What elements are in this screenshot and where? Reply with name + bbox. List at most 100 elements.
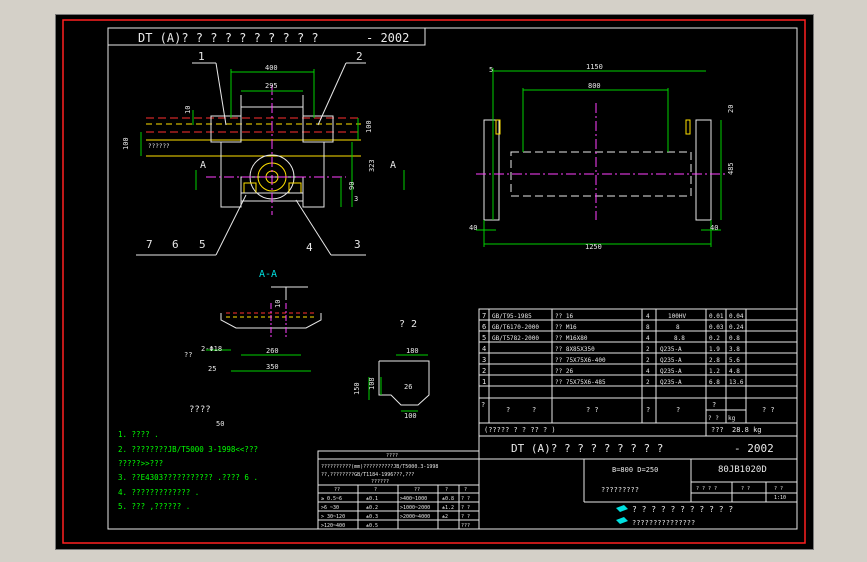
dim-3: 3 <box>354 195 358 203</box>
tol-r1-c1: ±0.2 <box>366 505 378 511</box>
callout-2: 2 <box>356 50 363 63</box>
bom-head-h: ? ? <box>708 415 719 422</box>
bom-r7-w2: 0.04 <box>729 313 744 320</box>
bom-r3-w2: 5.6 <box>729 357 740 364</box>
bom-r7-no: 7 <box>482 312 486 320</box>
tol-r0-c4: ? ? <box>461 496 470 502</box>
tol-line-1: ??????????(mm)??????????JB/T5000.3-1998 <box>321 464 438 470</box>
tol-head-3: ? <box>445 487 448 493</box>
bom-r2-mat: Q235-A <box>660 368 682 375</box>
bom-r3-w1: 2.8 <box>709 357 720 364</box>
aa-dim-350: 350 <box>266 363 279 371</box>
tb-company-2: ??????????????? <box>632 519 695 527</box>
technical-notes: ???? 50 1. ???? . 2. ????????JB/T5000 3-… <box>118 405 258 511</box>
dim-5: 5 <box>489 66 493 74</box>
bom-r2-name: ?? 26 <box>555 368 573 375</box>
tol-r0-c1: ±0.1 <box>366 496 378 502</box>
bom-r7-qty: 4 <box>646 313 650 320</box>
aa-dim-260: 260 <box>266 347 279 355</box>
aa-hole: 2-Φ18 <box>201 345 222 353</box>
bom-r4-mat: Q235-A <box>660 346 682 353</box>
tol-r2-c4: ? ? <box>461 514 470 520</box>
bom-r6-code: GB/T6170-2000 <box>492 324 539 331</box>
bom-r3-no: 3 <box>482 356 486 364</box>
tol-head-0: ?? <box>334 487 340 493</box>
tol-head-4: ? <box>464 487 467 493</box>
section-a-left: A <box>200 160 206 171</box>
callout-6: 6 <box>172 238 179 251</box>
tol-r1-c0: >6 ~30 <box>321 505 339 511</box>
bom-head-e: ? <box>646 406 650 414</box>
tb-r3: ? ? <box>774 486 783 492</box>
front-view: 400 295 10 100 100 323 90 3 ?????? A A 1… <box>122 50 405 256</box>
bom-r5-code: GB/T5782-2000 <box>492 335 539 342</box>
dim-1150: 1150 <box>586 63 603 71</box>
bom-r2-qty: 4 <box>646 368 650 375</box>
bom-r1-no: 1 <box>482 378 486 386</box>
dim-323: 323 <box>368 159 376 172</box>
note-3: 3. ??E4303??????????? .???? 6 . <box>118 473 258 482</box>
tol-r2-c2: >2000~4000 <box>400 514 430 520</box>
tb-year: - 2002 <box>734 442 774 455</box>
bom-r1-qty: 2 <box>646 379 650 386</box>
bom-r4-no: 4 <box>482 345 486 353</box>
detail2-dim-108: 108 <box>368 377 376 390</box>
detail2-dim-26: 26 <box>404 383 412 391</box>
bom-head-d: ? ? <box>586 406 599 414</box>
bom-r7-name: ?? 16 <box>555 313 573 320</box>
tol-r2-c1: ±0.3 <box>366 514 378 520</box>
drawing-sheet: DT (A)? ? ? ? ? ? ? ? ? ? - 2002 400 295… <box>55 14 814 550</box>
aa-dim-25: 25 <box>208 365 216 373</box>
callout-5: 5 <box>199 238 206 251</box>
bom-total-label: ??? <box>711 426 724 434</box>
aa-note: ?? <box>184 351 192 359</box>
dim-40-right: 40 <box>710 224 718 232</box>
dim-10: 10 <box>184 106 192 114</box>
detail2-label: ? 2 <box>399 319 417 330</box>
bom-r5-w2: 0.8 <box>729 335 740 342</box>
notes-scale: 50 <box>216 420 224 428</box>
aa-dim-10: 10 <box>274 300 282 308</box>
bom-r6-w2: 0.24 <box>729 324 744 331</box>
dim-485: 485 <box>727 162 735 175</box>
tol-r0-c3: ±0.8 <box>442 496 454 502</box>
bom-r6-mat: 8 <box>676 324 680 331</box>
bom-r4-name: ?? 8X85X350 <box>555 346 595 353</box>
bom-r1-w1: 6.8 <box>709 379 720 386</box>
bom-head-f: ? <box>676 406 680 414</box>
tol-r2-c0: > 30~120 <box>321 514 345 520</box>
tol-r0-c0: ≥ 0.5~6 <box>321 496 342 502</box>
tb-r1: ? ? ? ? <box>696 486 717 492</box>
bom-r6-name: ?? M16 <box>555 324 577 331</box>
bom-total-value: 28.8 kg <box>732 426 762 434</box>
dim-800: 800 <box>588 82 601 90</box>
bom-head-kg: kg <box>728 415 736 422</box>
title-block: DT (A)? ? ? ? ? ? ? ? ? - 2002 B=800 D=2… <box>478 435 798 530</box>
dim-90: 90 <box>348 182 356 190</box>
company-logo-icon <box>616 505 628 512</box>
detail-2: ? 2 180 150 108 26 100 <box>353 319 430 420</box>
note-2: 2. ????????JB/T5000 3-1998<<??? <box>118 445 258 454</box>
bom-head-b: ? <box>506 406 510 414</box>
bom-r6-no: 6 <box>482 323 486 331</box>
bom-r4-w2: 3.8 <box>729 346 740 353</box>
side-view: 5 1150 800 20 485 40 40 1250 <box>469 63 735 251</box>
section-aa-label: A-A <box>259 269 277 280</box>
bom-r5-qty: 4 <box>646 335 650 342</box>
callout-1: 1 <box>198 50 205 63</box>
company-logo-icon-2 <box>616 517 628 524</box>
bom-r2-no: 2 <box>482 367 486 375</box>
tol-line-2: ??,????????GB/T1184-1996???,??? <box>321 472 414 478</box>
tol-head-2: ?? <box>414 487 420 493</box>
section-a-right: A <box>390 160 396 171</box>
detail2-dim-100: 100 <box>404 412 417 420</box>
bom-head-g: ? <box>712 401 716 409</box>
front-note: ?????? <box>148 143 170 150</box>
bom-r7-mat: 100HV <box>668 313 686 320</box>
dim-100-left: 100 <box>122 137 130 150</box>
bom-r4-w1: 1.9 <box>709 346 720 353</box>
tol-title: ???? <box>386 453 398 459</box>
dim-40-left: 40 <box>469 224 477 232</box>
dim-295: 295 <box>265 82 278 90</box>
bom-r1-name: ?? 75X75X6-485 <box>555 379 606 386</box>
